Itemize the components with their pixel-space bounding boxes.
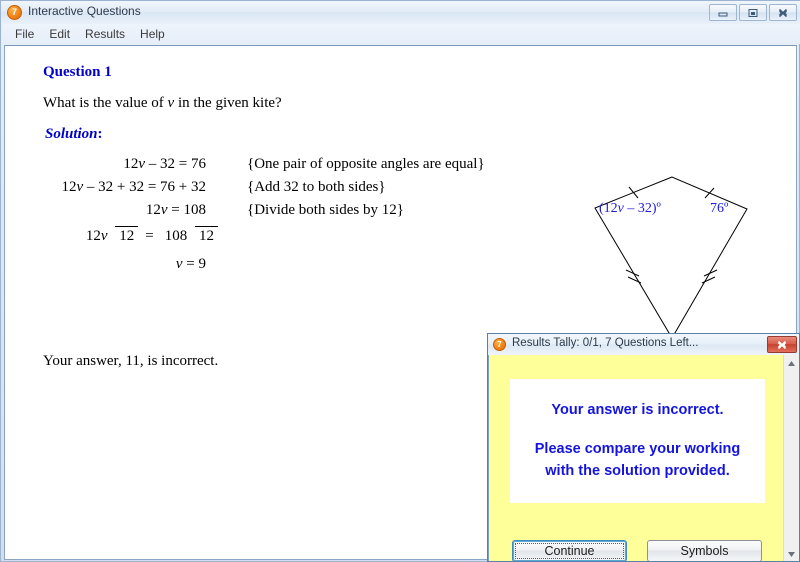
kite-left-angle-label: (12v – 32)º xyxy=(599,201,661,216)
dialog-close-button[interactable] xyxy=(767,336,797,353)
maximize-icon xyxy=(748,8,758,17)
answer-feedback-text: Your answer, 11, is incorrect. xyxy=(43,353,219,369)
tick-lower-left-b xyxy=(627,276,642,284)
dialog-message-line-1: Your answer is incorrect. xyxy=(551,402,724,418)
solution-equations: 12v – 32 = 76 12v – 32 + 32 = 76 + 32 12… xyxy=(39,153,234,276)
scroll-up-button[interactable] xyxy=(784,355,799,371)
kite-figure-svg xyxy=(594,176,748,339)
application-root: 7 Interactive Questions File Edit Result… xyxy=(0,0,800,562)
scroll-up-arrow-icon xyxy=(788,360,795,366)
menu-item-file[interactable]: File xyxy=(9,25,43,43)
dialog-body: Your answer is incorrect. Please compare… xyxy=(489,355,785,561)
menu-bar: File Edit Results Help xyxy=(2,24,800,44)
tick-upper-left xyxy=(628,186,639,199)
dialog-app-icon-orange-seven: 7 xyxy=(493,338,506,351)
fraction-left-numerator: 12v xyxy=(85,228,108,244)
tick-lower-right-b xyxy=(701,276,716,284)
solution-heading-word: Solution xyxy=(45,126,98,142)
window-titlebar[interactable]: 7 Interactive Questions xyxy=(1,1,800,24)
results-tally-dialog: 7 Results Tally: 0/1, 7 Questions Left..… xyxy=(487,333,800,562)
fraction-equals: = xyxy=(145,227,154,244)
dialog-message-line-2: Please compare your working xyxy=(534,441,741,457)
fraction-right-denominator: 12 xyxy=(195,226,218,244)
close-icon xyxy=(777,340,787,349)
tick-upper-right xyxy=(704,187,715,199)
menu-item-edit[interactable]: Edit xyxy=(43,25,79,43)
dialog-titlebar[interactable]: 7 Results Tally: 0/1, 7 Questions Left..… xyxy=(488,334,799,355)
scroll-down-arrow-icon xyxy=(788,551,795,557)
maximize-button[interactable] xyxy=(739,4,767,21)
minimize-icon xyxy=(718,12,728,16)
equation-step-1: 12v – 32 = 76 xyxy=(123,156,206,172)
solution-heading: Solution: xyxy=(45,126,103,143)
dialog-vertical-scrollbar[interactable] xyxy=(783,355,799,561)
solution-comments: {One pair of opposite angles are equal} … xyxy=(247,153,485,222)
comment-step-2: {Add 32 to both sides} xyxy=(247,179,386,195)
comment-step-1: {One pair of opposite angles are equal} xyxy=(247,156,485,172)
equation-step-final: v = 9 xyxy=(175,256,206,272)
fraction-right: 108 12 xyxy=(161,226,218,245)
dialog-message-line-3: with the solution provided. xyxy=(545,463,730,479)
fraction-left-denominator: 12 xyxy=(115,226,139,244)
close-button[interactable] xyxy=(769,4,797,21)
equation-step-fraction: 12v 12 = 108 12 xyxy=(39,226,234,245)
dialog-message-panel: Your answer is incorrect. Please compare… xyxy=(510,379,765,503)
kite-diagram: (12v – 32)º 76º xyxy=(565,164,780,354)
question-heading: Question 1 xyxy=(43,64,112,80)
close-icon xyxy=(778,8,788,17)
window-controls xyxy=(709,4,797,21)
dialog-title: Results Tally: 0/1, 7 Questions Left... xyxy=(512,337,699,349)
comment-step-3: {Divide both sides by 12} xyxy=(247,202,404,218)
fraction-right-numerator: 108 xyxy=(164,228,188,244)
menu-item-help[interactable]: Help xyxy=(134,25,174,43)
question-text-before: What is the value of xyxy=(43,95,168,111)
dialog-button-row: Continue Symbols xyxy=(489,540,785,561)
scroll-down-button[interactable] xyxy=(784,546,799,561)
kite-right-angle-label: 76º xyxy=(710,201,729,216)
minimize-button[interactable] xyxy=(709,4,737,21)
equation-step-3: 12v = 108 xyxy=(145,202,206,218)
question-text: What is the value of v in the given kite… xyxy=(43,95,282,112)
menu-item-results[interactable]: Results xyxy=(79,25,134,43)
solution-heading-colon: : xyxy=(97,126,103,142)
equation-step-2: 12v – 32 + 32 = 76 + 32 xyxy=(61,179,206,195)
symbols-button[interactable]: Symbols xyxy=(647,540,762,561)
question-text-after: in the given kite? xyxy=(174,95,282,111)
window-title: Interactive Questions xyxy=(28,4,141,18)
fraction-left: 12v 12 xyxy=(82,226,139,245)
continue-button[interactable]: Continue xyxy=(512,540,627,561)
app-icon-orange-seven: 7 xyxy=(7,5,22,20)
